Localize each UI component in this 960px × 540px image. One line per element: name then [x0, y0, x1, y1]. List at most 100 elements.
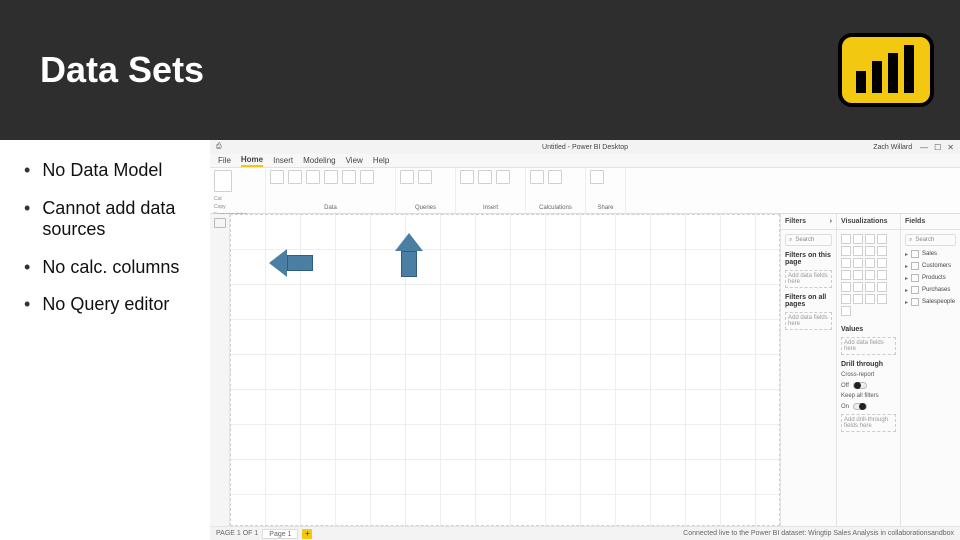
values-label: Values — [841, 326, 896, 333]
checkbox-icon[interactable] — [911, 274, 919, 282]
viz-tile[interactable] — [853, 294, 863, 304]
viz-tile[interactable] — [853, 270, 863, 280]
viz-tile[interactable] — [841, 270, 851, 280]
ribbon-clipboard: Cut Copy Format painter Clipboard — [210, 168, 266, 213]
viz-tile[interactable] — [877, 234, 887, 244]
new-visual-button[interactable] — [460, 170, 474, 184]
autosave-icon[interactable]: ⎙ — [216, 143, 222, 151]
viz-tile[interactable] — [877, 270, 887, 280]
excel-button[interactable] — [288, 170, 302, 184]
publish-button[interactable] — [590, 170, 604, 184]
drill-fields-well[interactable]: Add drill-through fields here — [841, 414, 896, 432]
filters-all-pages-well[interactable]: Add data fields here — [785, 312, 832, 330]
field-table[interactable]: Customers — [905, 262, 956, 270]
slide-header: Data Sets — [0, 0, 960, 140]
viz-tile[interactable] — [877, 294, 887, 304]
drill-through-label: Drill through — [841, 361, 896, 368]
minimize-icon[interactable]: — — [920, 143, 928, 152]
fields-search-placeholder: Search — [915, 237, 934, 243]
slide-body: No Data Model Cannot add data sources No… — [0, 140, 960, 540]
filters-on-page-label: Filters on this page — [785, 252, 832, 266]
pbi-user[interactable]: Zach Willard — [873, 144, 912, 151]
new-measure-button[interactable] — [530, 170, 544, 184]
viz-tile[interactable] — [841, 258, 851, 268]
quick-measure-button[interactable] — [548, 170, 562, 184]
viz-tile[interactable] — [853, 282, 863, 292]
refresh-button[interactable] — [418, 170, 432, 184]
ribbon-group-label: Share — [590, 205, 621, 211]
filters-on-page-well[interactable]: Add data fields here — [785, 270, 832, 288]
cut-button[interactable]: Cut — [214, 196, 247, 202]
field-table[interactable]: Sales — [905, 250, 956, 258]
viz-tile[interactable] — [877, 258, 887, 268]
paste-button[interactable] — [214, 170, 232, 192]
bullet-item: No Query editor — [24, 294, 200, 316]
ribbon-share: Share — [586, 168, 626, 213]
get-data-button[interactable] — [270, 170, 284, 184]
enter-data-button[interactable] — [342, 170, 356, 184]
filters-search[interactable]: ⌕Search — [785, 234, 832, 246]
menu-file[interactable]: File — [218, 156, 231, 165]
checkbox-icon[interactable] — [911, 262, 919, 270]
cross-report-toggle[interactable]: Off — [841, 382, 896, 389]
checkbox-icon[interactable] — [911, 298, 919, 306]
field-name: Salespeople — [922, 299, 955, 305]
maximize-icon[interactable]: ☐ — [934, 143, 941, 152]
pbi-datasets-button[interactable] — [306, 170, 320, 184]
filters-pane: Filters › ⌕Search Filters on this page Ad… — [780, 214, 836, 526]
viz-tile[interactable] — [841, 234, 851, 244]
viz-tile[interactable] — [865, 246, 875, 256]
transform-data-button[interactable] — [400, 170, 414, 184]
viz-tile[interactable] — [841, 294, 851, 304]
viz-tile[interactable] — [853, 258, 863, 268]
toggle-off-label: Off — [841, 383, 849, 389]
toggle-on-label: On — [841, 404, 849, 410]
chevron-right-icon[interactable]: › — [830, 218, 832, 225]
copy-button[interactable]: Copy — [214, 204, 247, 210]
report-view-icon[interactable] — [214, 218, 226, 228]
viz-tile[interactable] — [841, 246, 851, 256]
slide-title: Data Sets — [0, 49, 204, 91]
ribbon-group-label: Queries — [400, 205, 451, 211]
sql-button[interactable] — [324, 170, 338, 184]
field-table[interactable]: Purchases — [905, 286, 956, 294]
menu-home[interactable]: Home — [241, 155, 263, 167]
fields-search[interactable]: ⌕Search — [905, 234, 956, 246]
viz-tile[interactable] — [865, 258, 875, 268]
ribbon-data: Data — [266, 168, 396, 213]
page-tab[interactable]: Page 1 — [262, 529, 298, 539]
viz-tile[interactable] — [865, 294, 875, 304]
field-table[interactable]: Products — [905, 274, 956, 282]
pbi-left-rail — [210, 214, 230, 526]
keep-filters-toggle[interactable]: On — [841, 403, 896, 410]
field-name: Sales — [922, 251, 937, 257]
connection-status: Connected live to the Power BI dataset: … — [683, 530, 954, 537]
search-icon: ⌕ — [789, 237, 792, 244]
add-page-button[interactable]: + — [302, 529, 312, 539]
pbi-title: Untitled - Power BI Desktop — [542, 144, 628, 151]
viz-tile[interactable] — [841, 282, 851, 292]
values-well[interactable]: Add data fields here — [841, 337, 896, 355]
viz-tile[interactable] — [877, 246, 887, 256]
checkbox-icon[interactable] — [911, 250, 919, 258]
viz-tile[interactable] — [853, 234, 863, 244]
viz-tile[interactable] — [877, 282, 887, 292]
ribbon-group-label: Data — [270, 205, 391, 211]
close-icon[interactable]: ✕ — [947, 143, 954, 152]
menu-insert[interactable]: Insert — [273, 156, 293, 165]
viz-tile[interactable] — [865, 270, 875, 280]
checkbox-icon[interactable] — [911, 286, 919, 294]
filters-header: Filters — [785, 218, 806, 225]
pbi-canvas[interactable] — [230, 214, 780, 526]
field-table[interactable]: Salespeople — [905, 298, 956, 306]
viz-tile[interactable] — [841, 306, 851, 316]
viz-tile[interactable] — [865, 282, 875, 292]
viz-tile[interactable] — [865, 234, 875, 244]
recent-sources-button[interactable] — [360, 170, 374, 184]
menu-modeling[interactable]: Modeling — [303, 156, 335, 165]
viz-tile[interactable] — [853, 246, 863, 256]
menu-view[interactable]: View — [346, 156, 363, 165]
more-visuals-button[interactable] — [496, 170, 510, 184]
menu-help[interactable]: Help — [373, 156, 389, 165]
text-box-button[interactable] — [478, 170, 492, 184]
